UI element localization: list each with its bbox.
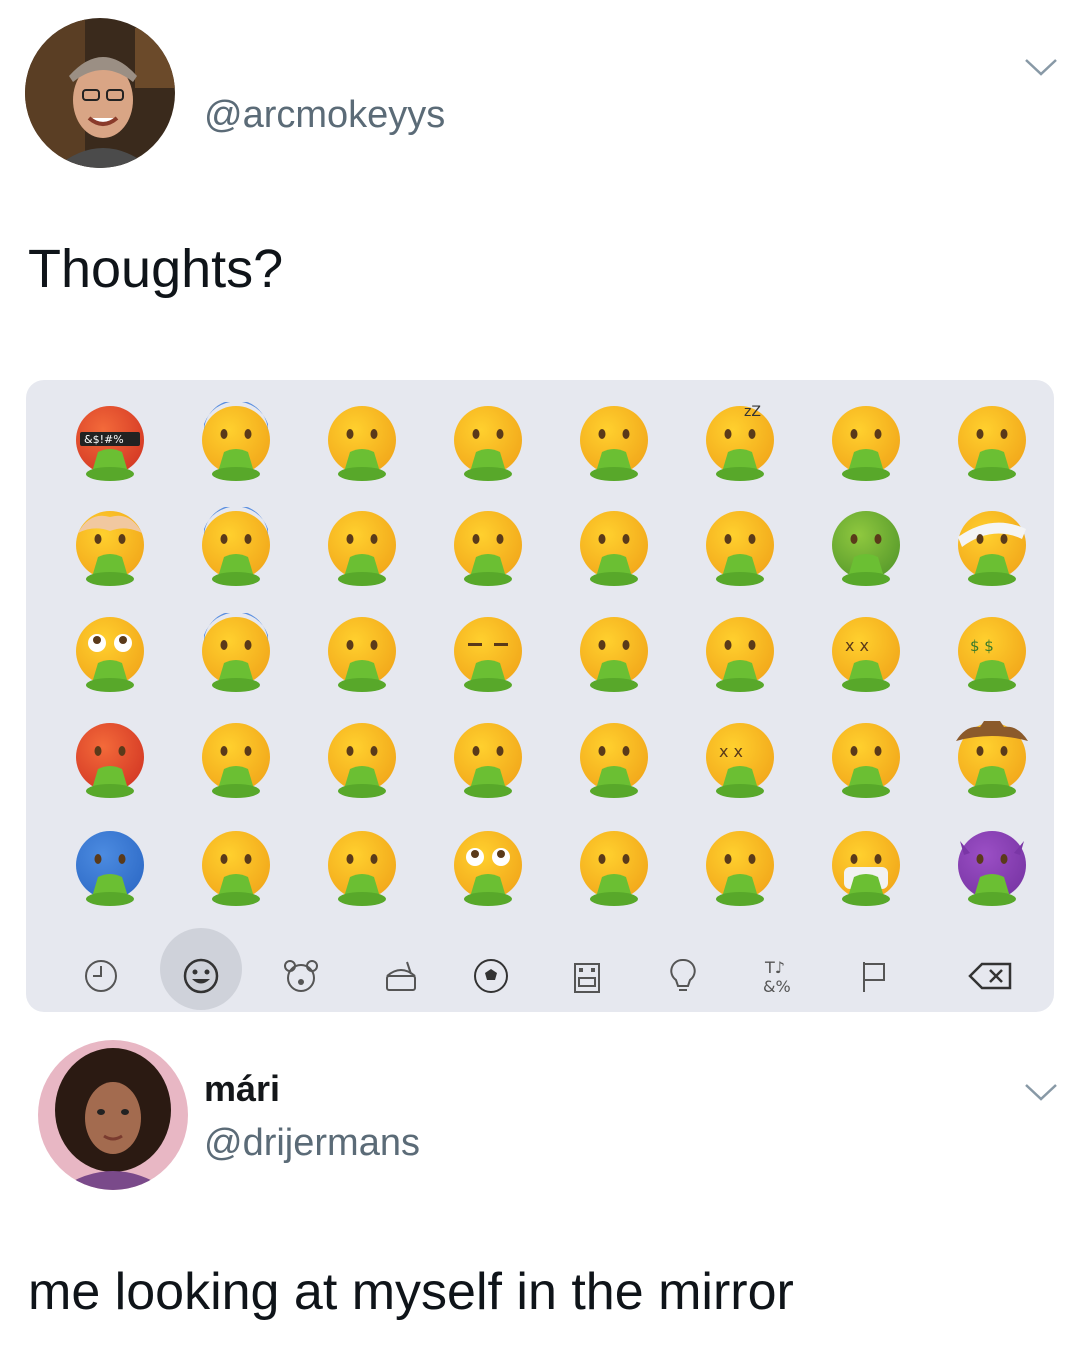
emoji-key-grinning[interactable] bbox=[448, 719, 528, 799]
emoji-key-dizzy[interactable]: x x bbox=[700, 719, 780, 799]
emoji-key-enraged-symbols[interactable]: &$!#% bbox=[70, 402, 150, 482]
emoji-key-mask[interactable] bbox=[826, 827, 906, 907]
emoji-key-hushed[interactable] bbox=[574, 402, 654, 482]
emoji-key-neutral[interactable] bbox=[448, 402, 528, 482]
smiley-icon[interactable] bbox=[174, 952, 228, 1000]
emoji-key-rolling-eyes[interactable] bbox=[448, 827, 528, 907]
emoji-key-lying[interactable] bbox=[322, 827, 402, 907]
tweet-handle[interactable]: @arcmokeyys bbox=[204, 94, 445, 137]
svg-text:x x: x x bbox=[719, 742, 743, 761]
delete-icon[interactable] bbox=[963, 952, 1017, 1000]
emoji-key-bandaged[interactable] bbox=[952, 507, 1032, 587]
chevron-down-icon[interactable] bbox=[1024, 1082, 1058, 1102]
emoji-key-angry-red[interactable] bbox=[70, 719, 150, 799]
building-icon[interactable] bbox=[560, 952, 614, 1000]
tweet-text: me looking at myself in the mirror bbox=[28, 1263, 794, 1321]
emoji-key-expressionless[interactable] bbox=[448, 613, 528, 693]
emoji-key-hand-over-mouth[interactable] bbox=[322, 613, 402, 693]
svg-text:&%: &% bbox=[763, 977, 791, 996]
emoji-key-grimace[interactable] bbox=[826, 402, 906, 482]
svg-text:$ $: $ $ bbox=[970, 637, 994, 655]
emoji-key-flushed[interactable] bbox=[70, 613, 150, 693]
emoji-key-cowboy[interactable] bbox=[952, 719, 1032, 799]
emoji-key-sneezing[interactable] bbox=[826, 719, 906, 799]
clock-icon[interactable] bbox=[74, 952, 128, 1000]
display-name[interactable]: mári bbox=[204, 1068, 280, 1110]
emoji-key-nauseated-green[interactable] bbox=[826, 507, 906, 587]
svg-text:&$!#%: &$!#% bbox=[84, 433, 124, 446]
avatar[interactable] bbox=[38, 1040, 188, 1190]
tweet-handle[interactable]: @drijermans bbox=[204, 1122, 420, 1165]
emoji-key-raised-eyebrow[interactable] bbox=[322, 507, 402, 587]
emoji-key-crying[interactable] bbox=[700, 613, 780, 693]
emoji-key-anguished[interactable] bbox=[574, 613, 654, 693]
svg-text:T♪: T♪ bbox=[764, 958, 785, 977]
emoji-key-zipper[interactable] bbox=[700, 827, 780, 907]
emoji-key-grinning-squint[interactable] bbox=[322, 402, 402, 482]
tweet-text: Thoughts? bbox=[28, 239, 284, 299]
emoji-key-money-mouth[interactable]: $ $ bbox=[952, 613, 1032, 693]
emoji-key-sad-sweat[interactable] bbox=[196, 719, 276, 799]
flag-icon[interactable] bbox=[847, 952, 901, 1000]
emoji-key-exploding-head[interactable] bbox=[70, 507, 150, 587]
bulb-icon[interactable] bbox=[656, 952, 710, 1000]
emoji-key-thermometer[interactable] bbox=[952, 402, 1032, 482]
emoji-key-confounded[interactable]: x x bbox=[826, 613, 906, 693]
emoji-key-cold-sweat[interactable] bbox=[196, 613, 276, 693]
bear-icon[interactable] bbox=[274, 952, 328, 1000]
ball-icon[interactable] bbox=[464, 952, 518, 1000]
emoji-key-frowning[interactable] bbox=[574, 507, 654, 587]
emoji-key-cold-blue[interactable] bbox=[70, 827, 150, 907]
svg-text:x x: x x bbox=[845, 636, 869, 655]
emoji-key-downcast-sweat[interactable] bbox=[196, 827, 276, 907]
food-icon[interactable] bbox=[374, 952, 428, 1000]
svg-text:zZ: zZ bbox=[744, 404, 761, 420]
emoji-key-fearful[interactable] bbox=[196, 507, 276, 587]
avatar[interactable] bbox=[25, 18, 175, 168]
emoji-key-scream[interactable] bbox=[196, 402, 276, 482]
emoji-key-astonished[interactable] bbox=[574, 827, 654, 907]
symbols-icon[interactable]: T♪ &% bbox=[750, 952, 804, 1000]
chevron-down-icon[interactable] bbox=[1024, 57, 1058, 77]
emoji-key-open-mouth[interactable] bbox=[574, 719, 654, 799]
emoji-key-grimacing[interactable] bbox=[448, 507, 528, 587]
emoji-key-persevere[interactable] bbox=[700, 507, 780, 587]
emoji-key-devil-purple[interactable] bbox=[952, 827, 1032, 907]
emoji-key-sleeping[interactable]: zZ bbox=[700, 402, 780, 482]
emoji-key-shushing[interactable] bbox=[322, 719, 402, 799]
